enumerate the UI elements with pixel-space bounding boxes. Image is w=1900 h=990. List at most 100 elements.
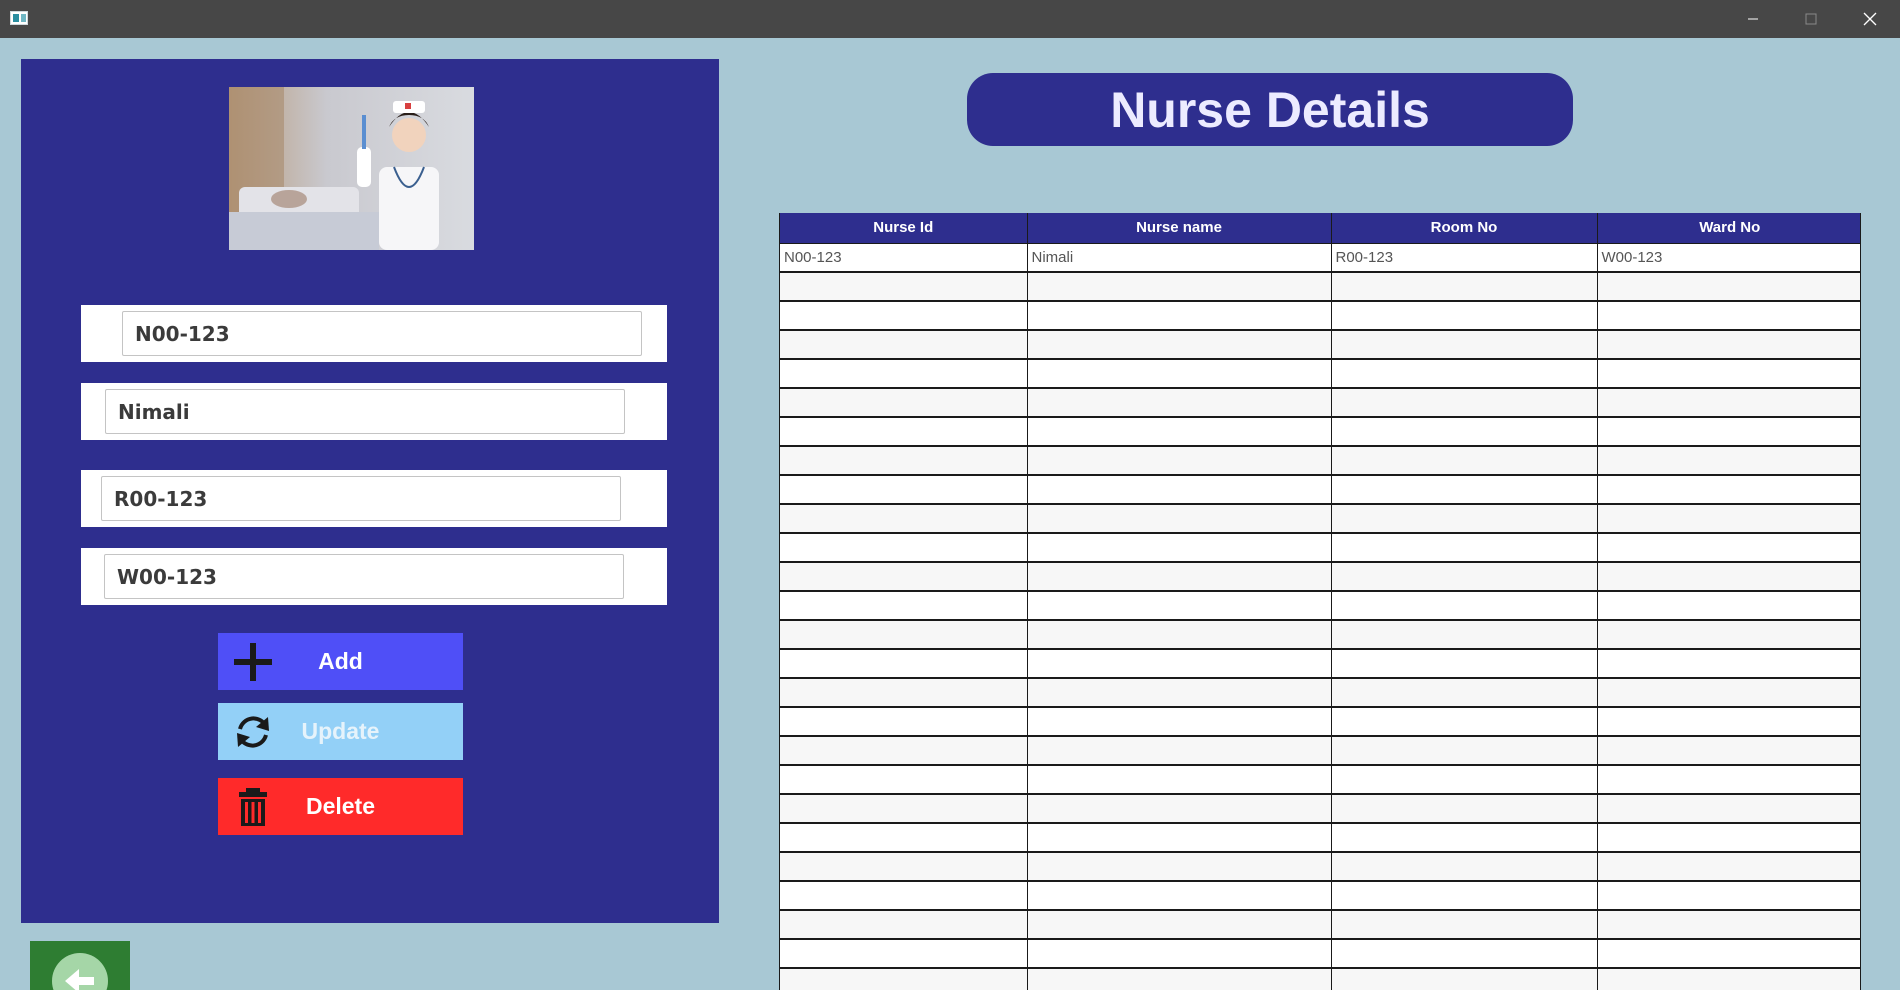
table-cell[interactable] [780,620,1028,650]
table-cell[interactable] [1027,301,1332,331]
table-cell[interactable] [780,678,1028,708]
column-header-ward-no[interactable]: Ward No [1597,213,1860,244]
table-cell[interactable] [780,852,1028,882]
table-cell[interactable] [1597,939,1860,969]
table-cell[interactable] [1597,678,1860,708]
close-button[interactable] [1841,0,1899,38]
table-row[interactable] [780,388,1860,418]
table-cell[interactable] [1027,620,1332,650]
table-cell[interactable] [1597,446,1860,476]
table-cell[interactable] [1027,649,1332,679]
table-cell[interactable] [1597,504,1860,534]
table-cell[interactable] [1027,330,1332,360]
table-cell[interactable] [1597,272,1860,302]
table-cell[interactable] [1331,359,1598,389]
table-cell[interactable] [1331,707,1598,737]
table-cell[interactable] [1027,881,1332,911]
table-cell[interactable] [780,446,1028,476]
table-cell[interactable] [1597,417,1860,447]
table-row[interactable] [780,910,1860,940]
table-cell[interactable] [1027,562,1332,592]
table-cell[interactable] [1027,533,1332,563]
nurse-name-input[interactable] [105,389,625,434]
table-row[interactable] [780,649,1860,679]
table-cell[interactable] [780,533,1028,563]
table-cell[interactable] [1027,968,1332,990]
table-cell[interactable] [1027,272,1332,302]
add-button[interactable]: Add [218,633,463,690]
table-cell[interactable] [1027,823,1332,853]
table-cell[interactable] [1597,852,1860,882]
table-row[interactable] [780,736,1860,766]
table-cell[interactable] [1331,881,1598,911]
table-cell[interactable] [1331,649,1598,679]
table-cell[interactable] [1597,533,1860,563]
table-row[interactable] [780,330,1860,360]
table-cell[interactable] [1027,388,1332,418]
maximize-button[interactable] [1782,0,1840,38]
table-cell[interactable] [1597,562,1860,592]
nurse-id-input[interactable] [122,311,642,356]
table-cell[interactable] [780,823,1028,853]
table-cell[interactable]: W00-123 [1597,243,1860,273]
table-cell[interactable] [1331,823,1598,853]
table-cell[interactable] [1331,417,1598,447]
column-header-nurse-name[interactable]: Nurse name [1027,213,1332,244]
table-cell[interactable] [780,939,1028,969]
table-cell[interactable] [1331,765,1598,795]
table-row[interactable] [780,301,1860,331]
table-cell[interactable] [1331,330,1598,360]
table-cell[interactable] [1331,736,1598,766]
table-cell[interactable] [1331,533,1598,563]
table-row[interactable] [780,591,1860,621]
table-cell[interactable] [1027,794,1332,824]
table-cell[interactable] [1331,620,1598,650]
table-cell[interactable] [780,417,1028,447]
table-cell[interactable] [780,794,1028,824]
table-row[interactable] [780,678,1860,708]
table-cell[interactable] [1597,620,1860,650]
table-cell[interactable] [1027,736,1332,766]
table-cell[interactable] [1331,475,1598,505]
table-row[interactable] [780,272,1860,302]
table-cell[interactable] [1331,446,1598,476]
table-cell[interactable] [1027,852,1332,882]
table-cell[interactable] [1597,475,1860,505]
table-cell[interactable] [1597,794,1860,824]
table-cell[interactable] [1027,678,1332,708]
back-button[interactable] [30,941,130,990]
table-row[interactable] [780,939,1860,969]
table-cell[interactable] [1027,591,1332,621]
table-cell[interactable] [1597,881,1860,911]
table-cell[interactable] [1331,968,1598,990]
ward-no-input[interactable] [104,554,624,599]
table-cell[interactable] [1027,707,1332,737]
table-cell[interactable] [1597,736,1860,766]
table-cell[interactable] [1331,591,1598,621]
table-cell[interactable] [780,707,1028,737]
table-cell[interactable] [1027,446,1332,476]
table-cell[interactable] [780,649,1028,679]
table-cell[interactable] [780,562,1028,592]
delete-button[interactable]: Delete [218,778,463,835]
minimize-button[interactable] [1724,0,1782,38]
table-row[interactable] [780,533,1860,563]
table-row[interactable] [780,794,1860,824]
table-cell[interactable] [1027,910,1332,940]
table-row[interactable] [780,417,1860,447]
table-cell[interactable] [1331,562,1598,592]
table-cell[interactable] [780,736,1028,766]
table-cell[interactable] [1597,649,1860,679]
table-row[interactable] [780,359,1860,389]
table-cell[interactable] [780,272,1028,302]
table-cell[interactable] [1597,591,1860,621]
table-row[interactable] [780,968,1860,990]
table-cell[interactable] [780,504,1028,534]
table-cell[interactable] [1597,823,1860,853]
column-header-room-no[interactable]: Room No [1331,213,1598,244]
table-cell[interactable] [1597,301,1860,331]
room-no-input[interactable] [101,476,621,521]
table-row[interactable] [780,504,1860,534]
table-cell[interactable] [780,591,1028,621]
table-row[interactable] [780,852,1860,882]
